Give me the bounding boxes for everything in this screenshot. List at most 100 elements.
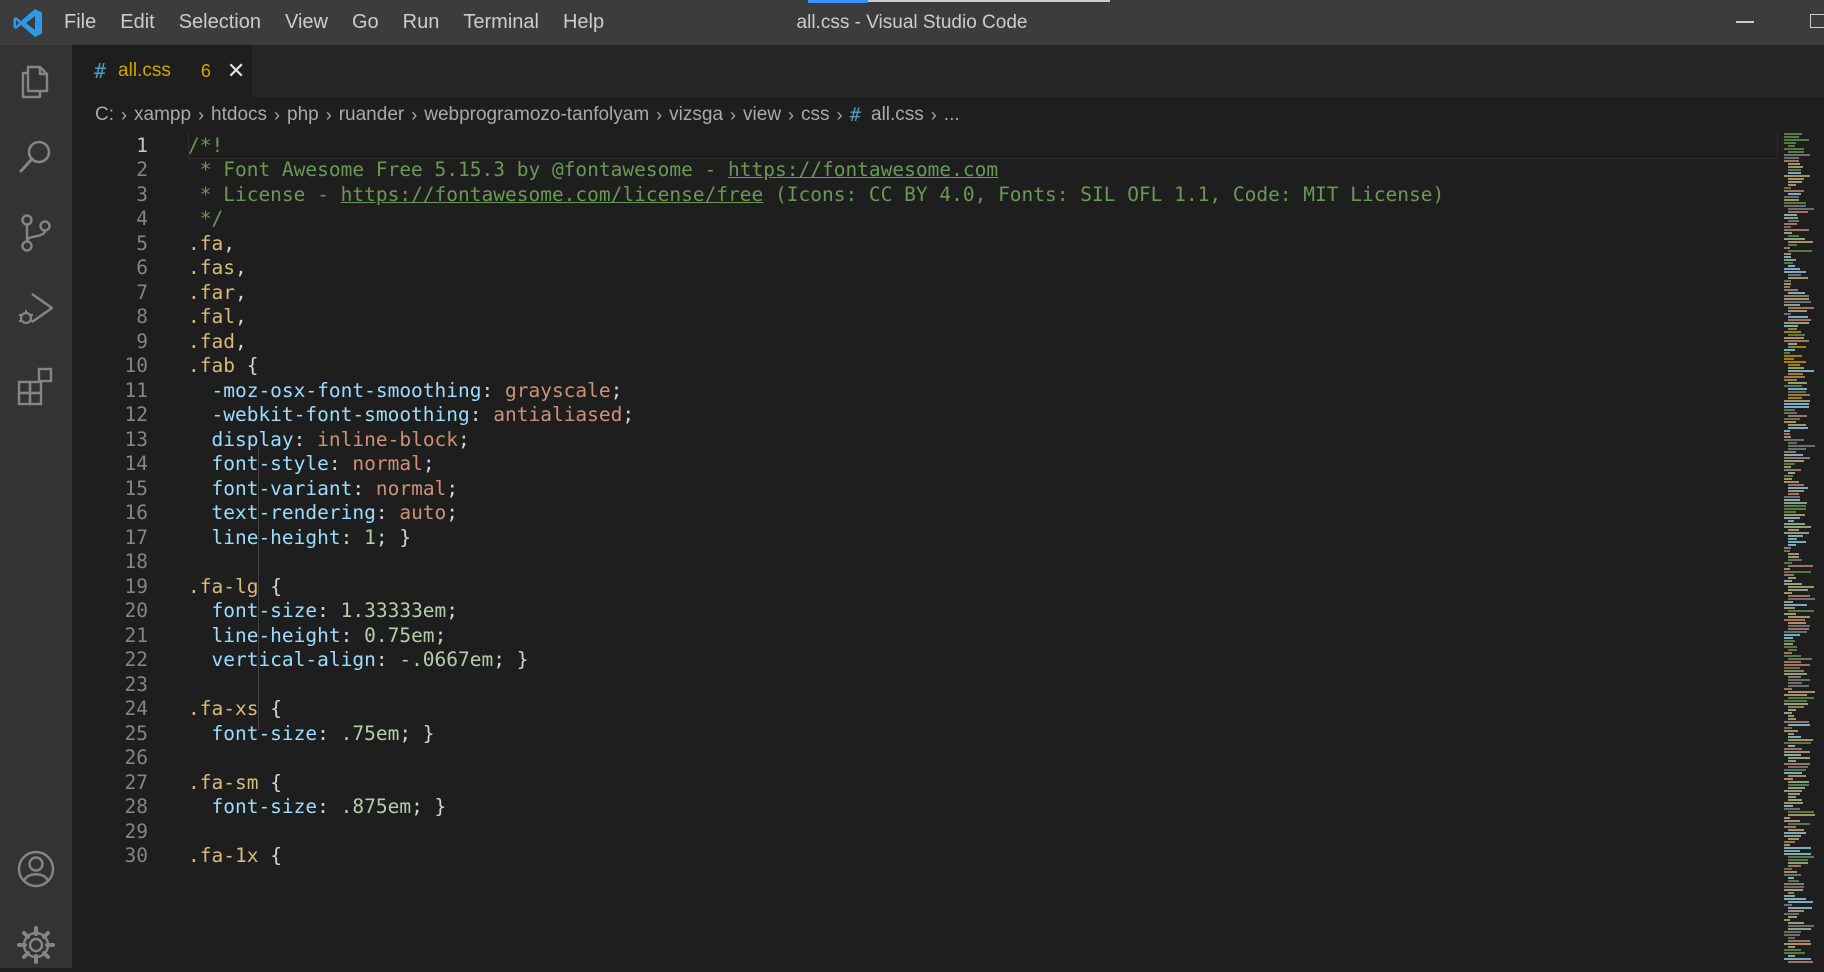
minimap-line bbox=[1784, 205, 1806, 207]
minimap-line bbox=[1784, 133, 1802, 135]
chevron-right-icon: › bbox=[656, 104, 663, 125]
minimap-line bbox=[1788, 250, 1812, 252]
code-token: .fal bbox=[188, 305, 235, 329]
minimap-line bbox=[1788, 796, 1796, 798]
breadcrumb-item[interactable]: htdocs bbox=[211, 104, 267, 126]
minimap-line bbox=[1784, 286, 1790, 288]
minimap-line bbox=[1784, 637, 1793, 639]
minimize-icon[interactable] bbox=[1736, 21, 1754, 23]
minimap-line bbox=[1784, 844, 1790, 846]
code-text: font-size: .875em; } bbox=[188, 795, 446, 818]
extensions-icon[interactable] bbox=[14, 363, 58, 407]
code-token: font-size bbox=[188, 795, 318, 819]
code-token: 1 bbox=[364, 525, 376, 549]
breadcrumb-item[interactable]: view bbox=[743, 104, 781, 126]
minimap-line bbox=[1784, 670, 1804, 672]
minimap-line bbox=[1788, 391, 1806, 393]
tab-all-css[interactable]: # all.css 6 ✕ bbox=[72, 45, 252, 97]
code-token: inline-block bbox=[317, 427, 459, 451]
minimap-line bbox=[1784, 502, 1807, 504]
minimap-line bbox=[1784, 601, 1793, 603]
code-token: text-rendering bbox=[188, 501, 376, 525]
minimap-line bbox=[1784, 574, 1794, 576]
minimap-line bbox=[1788, 865, 1801, 867]
menu-view[interactable]: View bbox=[273, 0, 340, 45]
minimap-line bbox=[1784, 403, 1809, 405]
breadcrumb-file[interactable]: all.css bbox=[871, 104, 924, 126]
minimap-line bbox=[1784, 523, 1805, 525]
minimap-line bbox=[1788, 811, 1814, 813]
minimap-line bbox=[1784, 349, 1795, 351]
breadcrumb-item[interactable]: xampp bbox=[134, 104, 191, 126]
minimap-line bbox=[1788, 922, 1804, 924]
menu-edit[interactable]: Edit bbox=[108, 0, 166, 45]
menu-help[interactable]: Help bbox=[551, 0, 616, 45]
code-line[interactable]: 30 .fa-1x { bbox=[72, 842, 1782, 871]
breadcrumb-item[interactable]: vizsga bbox=[669, 104, 723, 126]
minimap-line bbox=[1784, 469, 1801, 471]
menu-selection[interactable]: Selection bbox=[167, 0, 273, 45]
code-text: */ bbox=[188, 207, 224, 231]
line-number: 26 bbox=[124, 746, 148, 770]
code-token: ; bbox=[446, 599, 459, 623]
code-token: : bbox=[317, 599, 341, 623]
code-editor[interactable]: 1 /*! 2 * Font Awesome Free 5.15.3 by @fon… bbox=[72, 133, 1782, 968]
minimap-line bbox=[1788, 151, 1804, 153]
minimap-line bbox=[1788, 709, 1796, 711]
minimap-line bbox=[1788, 493, 1799, 495]
breadcrumb-item[interactable]: php bbox=[287, 104, 319, 126]
code-token: { bbox=[234, 354, 259, 378]
minimap-line bbox=[1784, 664, 1810, 666]
minimap-line bbox=[1788, 307, 1814, 309]
minimap-line bbox=[1788, 211, 1808, 213]
menu-file[interactable]: File bbox=[52, 0, 108, 45]
menu-run[interactable]: Run bbox=[391, 0, 452, 45]
code-token: ; bbox=[622, 403, 635, 427]
line-number: 4 bbox=[136, 207, 148, 231]
breadcrumb-symbols[interactable]: ... bbox=[944, 104, 960, 126]
minimap-line bbox=[1788, 166, 1803, 168]
minimap-line bbox=[1784, 430, 1790, 432]
minimap-line bbox=[1784, 256, 1791, 258]
code-token: ; bbox=[434, 623, 447, 647]
minimap-line bbox=[1784, 478, 1792, 480]
minimap-line bbox=[1788, 718, 1796, 720]
run-debug-icon[interactable] bbox=[14, 287, 58, 331]
code-token: .fa-sm bbox=[188, 770, 259, 794]
menu-go[interactable]: Go bbox=[340, 0, 391, 45]
minimap-line bbox=[1788, 736, 1801, 738]
minimap-line bbox=[1784, 832, 1806, 834]
code-token: ; bbox=[422, 452, 435, 476]
close-icon[interactable]: ✕ bbox=[227, 60, 245, 82]
minimap-line bbox=[1784, 157, 1799, 159]
manage-gear-icon[interactable] bbox=[14, 923, 58, 967]
menu-terminal[interactable]: Terminal bbox=[451, 0, 551, 45]
activity-bar bbox=[0, 45, 72, 968]
code-text: font-size: 1.33333em; bbox=[188, 599, 458, 622]
breadcrumb-item[interactable]: ruander bbox=[339, 104, 405, 126]
minimap-line bbox=[1784, 511, 1796, 513]
minimap-line bbox=[1784, 808, 1800, 810]
minimap-line bbox=[1784, 883, 1804, 885]
line-number: 2 bbox=[136, 158, 148, 182]
minimap-line bbox=[1784, 196, 1799, 198]
minimap-line bbox=[1788, 427, 1808, 429]
source-control-icon[interactable] bbox=[14, 211, 58, 255]
explorer-icon[interactable] bbox=[14, 59, 58, 103]
breadcrumb-item[interactable]: css bbox=[801, 104, 830, 126]
account-icon[interactable] bbox=[14, 847, 58, 891]
line-number: 30 bbox=[124, 844, 148, 868]
minimap-line bbox=[1788, 388, 1807, 390]
search-icon[interactable] bbox=[14, 135, 58, 179]
breadcrumb-item[interactable]: C: bbox=[95, 104, 114, 126]
maximize-icon[interactable] bbox=[1810, 14, 1824, 28]
minimap-line bbox=[1788, 529, 1799, 531]
minimap-line bbox=[1784, 841, 1795, 843]
breadcrumb-item[interactable]: webprogramozo-tanfolyam bbox=[424, 104, 649, 126]
minimap-line bbox=[1788, 724, 1810, 726]
minimap[interactable] bbox=[1782, 133, 1824, 968]
code-token: */ bbox=[188, 207, 224, 231]
minimap-line bbox=[1788, 445, 1815, 447]
minimap-line bbox=[1784, 289, 1798, 291]
line-number: 17 bbox=[124, 525, 148, 549]
